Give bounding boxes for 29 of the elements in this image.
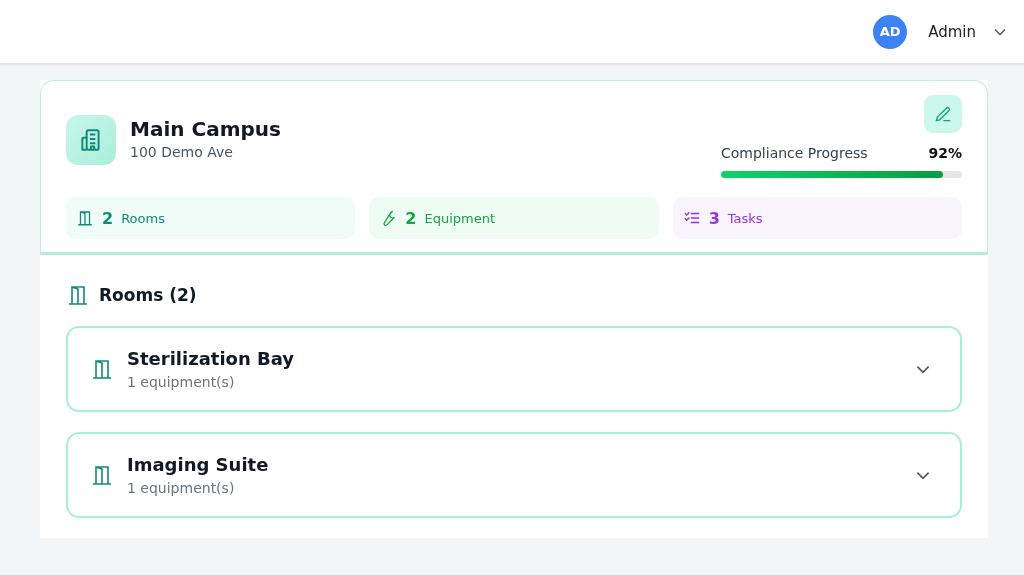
room-detail: 1 equipment(s) [127,374,236,390]
compliance-label: Compliance Progress [721,145,868,161]
stat-count: 3 [708,208,720,228]
room-detail: 1 equipment(s) [127,480,236,496]
pencil-icon [933,104,953,124]
chevron-down-icon[interactable] [916,364,930,374]
room-name: Imaging Suite [127,454,269,475]
room-item[interactable]: Sterilization Bay 1 equipment(s) [66,326,962,412]
door-icon [90,357,114,381]
user-name[interactable]: Admin [928,22,976,41]
edit-button[interactable] [924,95,962,133]
room-name: Sterilization Bay [127,348,295,369]
stat-count: 2 [102,208,114,228]
chevron-down-icon[interactable] [994,27,1006,36]
stat-label: Equipment [424,210,496,226]
stat-count: 2 [405,208,417,228]
building-icon [66,115,116,165]
door-icon [66,283,90,307]
location-name: Main Campus [130,117,281,141]
stat-label: Tasks [727,210,763,226]
location-address: 100 Demo Ave [130,144,234,160]
door-icon [76,209,94,227]
user-avatar[interactable]: AD [873,14,908,49]
room-item[interactable]: Imaging Suite 1 equipment(s) [66,432,962,518]
compliance-percent: 92% [928,145,962,161]
chevron-down-icon[interactable] [916,470,930,480]
stat-label: Rooms [121,210,165,226]
door-icon [90,463,114,487]
section-title: Rooms (2) [99,285,197,305]
